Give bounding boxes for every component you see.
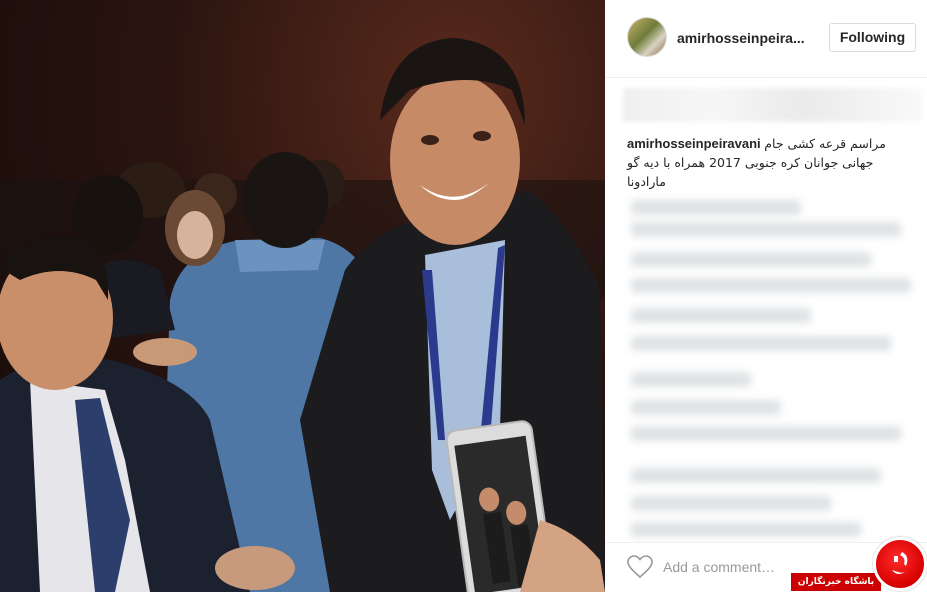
blurred-comment-line: [631, 468, 881, 483]
watermark-logo: [873, 537, 927, 591]
blurred-comment-line: [631, 400, 781, 415]
blurred-comment-line: [631, 496, 831, 511]
blurred-comments: [623, 196, 923, 541]
blurred-location-bar: [623, 88, 923, 122]
blurred-comment-line: [631, 522, 861, 537]
blurred-comment-line: [631, 336, 891, 351]
heart-icon[interactable]: [627, 555, 653, 579]
header-username[interactable]: amirhosseinpeira...: [677, 30, 817, 46]
post-header: amirhosseinpeira... Following: [605, 0, 927, 78]
blurred-comment-line: [631, 372, 751, 387]
post-photo[interactable]: [0, 0, 605, 592]
post-caption: amirhosseinpeiravani مراسم قرعه کشی جام …: [627, 134, 907, 191]
profile-avatar[interactable]: [627, 17, 667, 57]
caption-username[interactable]: amirhosseinpeiravani: [627, 136, 761, 151]
photo-illustration: [0, 38, 605, 592]
blurred-comment-line: [631, 222, 901, 237]
blurred-comment-line: [631, 200, 801, 215]
watermark-label: باشگاه خبرنگاران: [791, 573, 881, 591]
post-sidebar: amirhosseinpeira... Following amirhossei…: [605, 0, 927, 592]
blurred-comment-line: [631, 278, 911, 293]
blurred-comment-line: [631, 252, 871, 267]
blurred-comment-line: [631, 426, 901, 441]
watermark-glyph-icon: [892, 552, 908, 574]
following-button[interactable]: Following: [829, 23, 916, 52]
blurred-comment-line: [631, 308, 811, 323]
